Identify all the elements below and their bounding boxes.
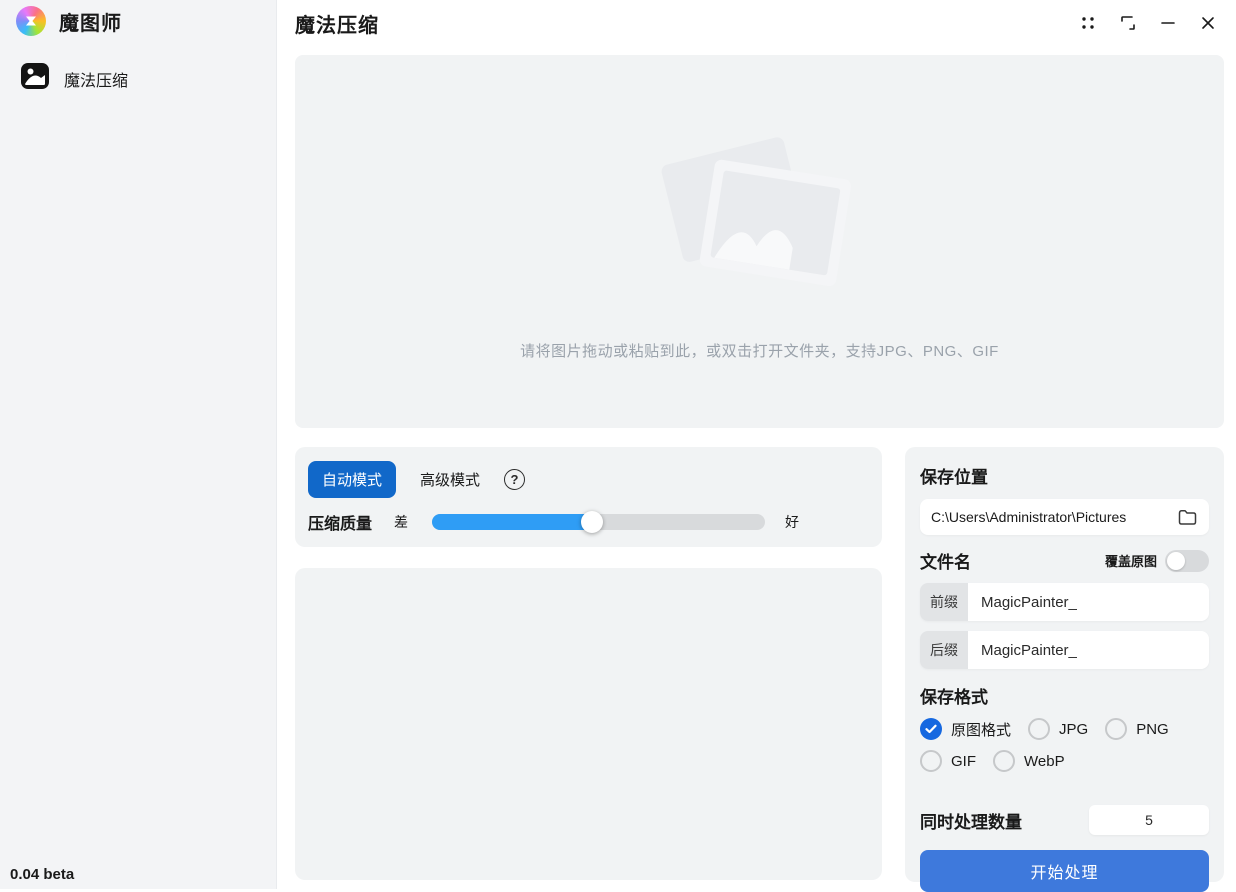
fullscreen-icon[interactable] xyxy=(1108,8,1148,38)
slider-thumb[interactable] xyxy=(581,511,603,533)
sidebar-item-label: 魔法压缩 xyxy=(64,67,128,91)
tab-auto-mode[interactable]: 自动模式 xyxy=(308,461,396,498)
radio-unchecked-icon xyxy=(1105,718,1127,740)
app-logo-icon xyxy=(16,6,46,36)
app-window: 魔图师 魔法压缩 0.04 beta 魔法压缩 xyxy=(0,0,1236,889)
radio-original-format[interactable]: 原图格式 xyxy=(920,718,1011,740)
window-controls xyxy=(1068,8,1228,38)
save-location-title: 保存位置 xyxy=(920,463,1209,488)
overwrite-wrap: 覆盖原图 xyxy=(1105,550,1209,572)
filename-title: 文件名 xyxy=(920,548,971,573)
version-label: 0.04 beta xyxy=(10,866,74,883)
concurrent-row: 同时处理数量 xyxy=(920,805,1209,835)
concurrent-count-input[interactable] xyxy=(1089,805,1209,835)
app-title: 魔图师 xyxy=(59,7,122,36)
slider-min-label: 差 xyxy=(394,512,408,532)
slider-max-label: 好 xyxy=(785,512,799,532)
sidebar: 魔图师 魔法压缩 0.04 beta xyxy=(0,0,277,889)
dropzone-hint: 请将图片拖动或粘贴到此，或双击打开文件夹，支持JPG、PNG、GIF xyxy=(520,340,999,361)
radio-gif[interactable]: GIF xyxy=(920,750,976,772)
radio-jpg[interactable]: JPG xyxy=(1028,718,1088,740)
prefix-row: 前缀 xyxy=(920,583,1209,621)
quality-slider-row: 压缩质量 差 好 xyxy=(308,510,869,534)
mode-panel: 自动模式 高级模式 ? 压缩质量 差 好 xyxy=(295,447,882,547)
folder-icon[interactable] xyxy=(1176,506,1198,528)
image-dropzone[interactable]: 请将图片拖动或粘贴到此，或双击打开文件夹，支持JPG、PNG、GIF xyxy=(295,55,1224,428)
close-icon[interactable] xyxy=(1188,8,1228,38)
minimize-icon[interactable] xyxy=(1148,8,1188,38)
overwrite-label: 覆盖原图 xyxy=(1105,551,1157,570)
suffix-chip: 后缀 xyxy=(920,631,968,669)
slider-fill xyxy=(432,514,592,530)
tab-advanced-mode[interactable]: 高级模式 xyxy=(416,461,484,498)
filename-row: 文件名 覆盖原图 xyxy=(920,548,1209,573)
suffix-row: 后缀 xyxy=(920,631,1209,669)
radio-unchecked-icon xyxy=(920,750,942,772)
start-processing-button[interactable]: 开始处理 xyxy=(920,850,1209,892)
results-panel xyxy=(295,568,882,880)
save-location-field xyxy=(920,499,1209,535)
toggle-knob xyxy=(1167,552,1185,570)
quality-label: 压缩质量 xyxy=(308,510,372,534)
save-settings-panel: 保存位置 文件名 覆盖原图 前缀 后缀 xyxy=(905,447,1224,882)
page-title: 魔法压缩 xyxy=(295,9,379,38)
concurrent-label: 同时处理数量 xyxy=(920,808,1022,833)
radio-checked-icon xyxy=(920,718,942,740)
radio-webp[interactable]: WebP xyxy=(993,750,1065,772)
save-location-input[interactable] xyxy=(931,509,1176,525)
format-radio-row-1: 原图格式 JPG PNG xyxy=(920,718,1209,740)
dots-grid-icon[interactable] xyxy=(1068,8,1108,38)
save-format-title: 保存格式 xyxy=(920,683,1209,708)
app-logo-row: 魔图师 xyxy=(16,6,122,36)
help-icon[interactable]: ? xyxy=(504,469,525,490)
radio-unchecked-icon xyxy=(993,750,1015,772)
sidebar-item-magic-compress[interactable]: 魔法压缩 xyxy=(20,62,128,95)
image-icon xyxy=(20,62,50,95)
radio-unchecked-icon xyxy=(1028,718,1050,740)
radio-png[interactable]: PNG xyxy=(1105,718,1169,740)
prefix-chip: 前缀 xyxy=(920,583,968,621)
mode-tabs: 自动模式 高级模式 ? xyxy=(308,461,869,498)
photo-stack-icon xyxy=(653,123,867,314)
suffix-input[interactable] xyxy=(968,631,1209,669)
format-radio-row-2: GIF WebP xyxy=(920,750,1209,772)
overwrite-toggle[interactable] xyxy=(1165,550,1209,572)
quality-slider[interactable] xyxy=(432,514,765,530)
prefix-input[interactable] xyxy=(968,583,1209,621)
